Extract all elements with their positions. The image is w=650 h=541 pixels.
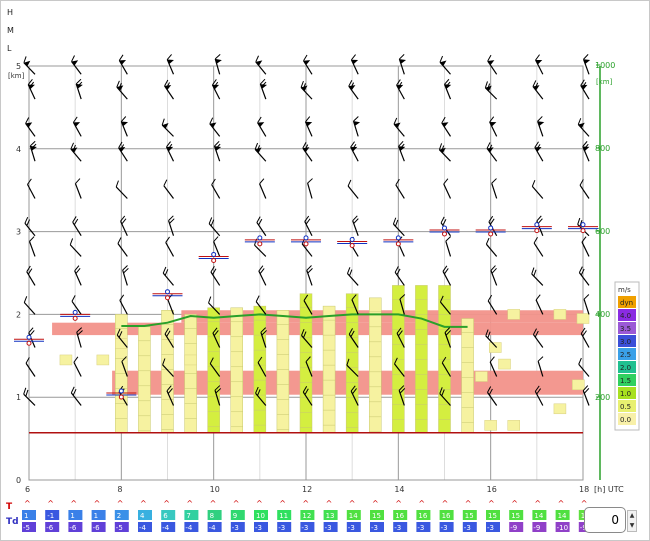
spinner-value: 0 xyxy=(611,513,619,527)
spinner-down-icon[interactable]: ▼ xyxy=(628,521,636,531)
hour-offset-spinner[interactable]: 0 ▲ ▼ xyxy=(584,507,637,533)
spinner-up-icon[interactable]: ▲ xyxy=(628,511,636,521)
spinner-buttons[interactable]: ▲ ▼ xyxy=(627,510,637,532)
outer-frame xyxy=(0,0,650,541)
